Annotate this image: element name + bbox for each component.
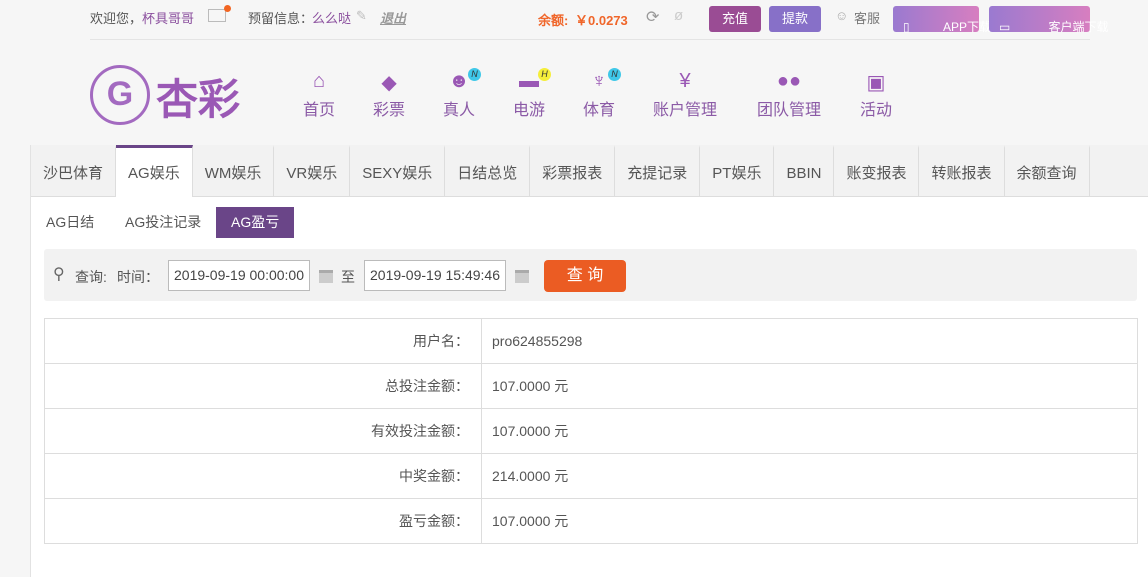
calendar-icon[interactable] (319, 270, 333, 283)
mail-icon[interactable] (208, 5, 231, 22)
table-row: 盈亏金额： 107.0000 元 (44, 498, 1138, 544)
tab-ag[interactable]: AG娱乐 (116, 145, 193, 197)
nav-lottery[interactable]: ◆ 彩票 (373, 70, 405, 120)
nav-account[interactable]: ¥ 账户管理 (653, 70, 717, 120)
time-label: 时间： (117, 269, 159, 285)
tab-sexy[interactable]: SEXY娱乐 (350, 145, 446, 196)
refresh-icon[interactable]: ⟳ (646, 7, 659, 27)
team-icon: ●● (776, 70, 802, 92)
trophy-icon: ♆ N (583, 68, 622, 96)
service-link[interactable]: 客服 (854, 8, 880, 27)
calendar-icon[interactable] (515, 270, 529, 283)
balance-label: 余额: (538, 13, 569, 28)
ticket-icon: ◆ (381, 72, 397, 94)
tab-pt[interactable]: PT娱乐 (700, 145, 775, 196)
to-label: 至 (341, 269, 355, 285)
app-download-button[interactable]: ▯ APP下载 (893, 6, 991, 34)
report-panel: 沙巴体育 AG娱乐 WM娱乐 VR娱乐 SEXY娱乐 日结总览 彩票报表 充提记… (30, 145, 1148, 577)
table-row: 总投注金额： 107.0000 元 (44, 363, 1138, 409)
tab-shaba[interactable]: 沙巴体育 (31, 145, 117, 196)
balance-value: ￥0.0273 (575, 13, 628, 28)
tab-vr[interactable]: VR娱乐 (274, 145, 351, 196)
tab-deposit-withdraw[interactable]: 充提记录 (615, 145, 701, 196)
home-icon: ⌂ (312, 70, 326, 92)
withdraw-button[interactable]: 提款 (769, 6, 821, 32)
reserved-label: 预留信息： (248, 11, 314, 26)
nav-sports[interactable]: ♆ N 体育 (583, 68, 622, 120)
nav-activity[interactable]: ▣ 活动 (860, 70, 892, 120)
logo-emblem[interactable]: G (90, 65, 150, 125)
tab-balance-query[interactable]: 余额查询 (1005, 145, 1090, 196)
tab-daily-overview[interactable]: 日结总览 (445, 145, 531, 196)
profit-table: 用户名： pro624855298 总投注金额： 107.0000 元 有效投注金额… (44, 318, 1138, 544)
edit-icon[interactable]: ✎ (356, 8, 367, 24)
nav-live[interactable]: ☻ N 真人 (443, 68, 482, 120)
gift-icon: ▣ (866, 72, 886, 94)
woman-icon: ☻ N (443, 68, 482, 96)
monitor-icon: ▭ (999, 20, 1011, 34)
welcome-text: 欢迎您， (90, 11, 143, 26)
phone-icon: ▯ (903, 20, 910, 34)
top-bar: 欢迎您， 杯具哥哥 预留信息： 么么哒 ✎ 退出 余额: ￥0.0273 ⟳ ø… (90, 0, 1109, 40)
table-row: 用户名： pro624855298 (44, 318, 1138, 364)
service-icon[interactable]: ☺ (835, 8, 848, 23)
logo-text[interactable]: 杏彩 (156, 66, 240, 127)
nav-team[interactable]: ●● 团队管理 (757, 70, 821, 120)
nav-home[interactable]: ⌂ 首页 (303, 70, 335, 120)
query-bar: ⚲ 查询: 时间： 2019-09-19 00:00:00 至 2019-09-… (44, 249, 1137, 301)
yen-coin-icon: ¥ (679, 70, 691, 92)
nav-games[interactable]: ▬ H 电游 (513, 68, 552, 120)
query-button[interactable]: 查 询 (544, 260, 626, 292)
subtab-ag-daily[interactable]: AG日结 (36, 207, 104, 238)
logout-link[interactable]: 退出 (380, 8, 406, 27)
tab-wm[interactable]: WM娱乐 (193, 145, 275, 196)
tab-transfer-report[interactable]: 转账报表 (919, 145, 1005, 196)
hide-eye-icon[interactable]: ø (674, 7, 683, 24)
table-row: 中奖金额： 214.0000 元 (44, 453, 1138, 499)
search-icon: ⚲ (53, 266, 65, 283)
client-download-button[interactable]: ▭ 客户端下载 (989, 6, 1109, 34)
table-row: 有效投注金额： 107.0000 元 (44, 408, 1138, 454)
report-tabs: 沙巴体育 AG娱乐 WM娱乐 VR娱乐 SEXY娱乐 日结总览 彩票报表 充提记… (31, 145, 1148, 197)
deposit-button[interactable]: 充值 (709, 6, 761, 32)
tab-bbin[interactable]: BBIN (774, 145, 835, 196)
reserved-value: 么么哒 (312, 11, 352, 26)
gamepad-icon: ▬ H (513, 68, 552, 96)
subtab-ag-profit[interactable]: AG盈亏 (216, 207, 295, 238)
start-time-input[interactable]: 2019-09-19 00:00:00 (168, 260, 310, 291)
username-link[interactable]: 杯具哥哥 (142, 8, 194, 27)
end-time-input[interactable]: 2019-09-19 15:49:46 (364, 260, 506, 291)
query-label: 查询: (75, 269, 107, 285)
tab-account-changes[interactable]: 账变报表 (834, 145, 920, 196)
subtab-ag-bets[interactable]: AG投注记录 (115, 207, 211, 238)
tab-lottery-report[interactable]: 彩票报表 (530, 145, 616, 196)
